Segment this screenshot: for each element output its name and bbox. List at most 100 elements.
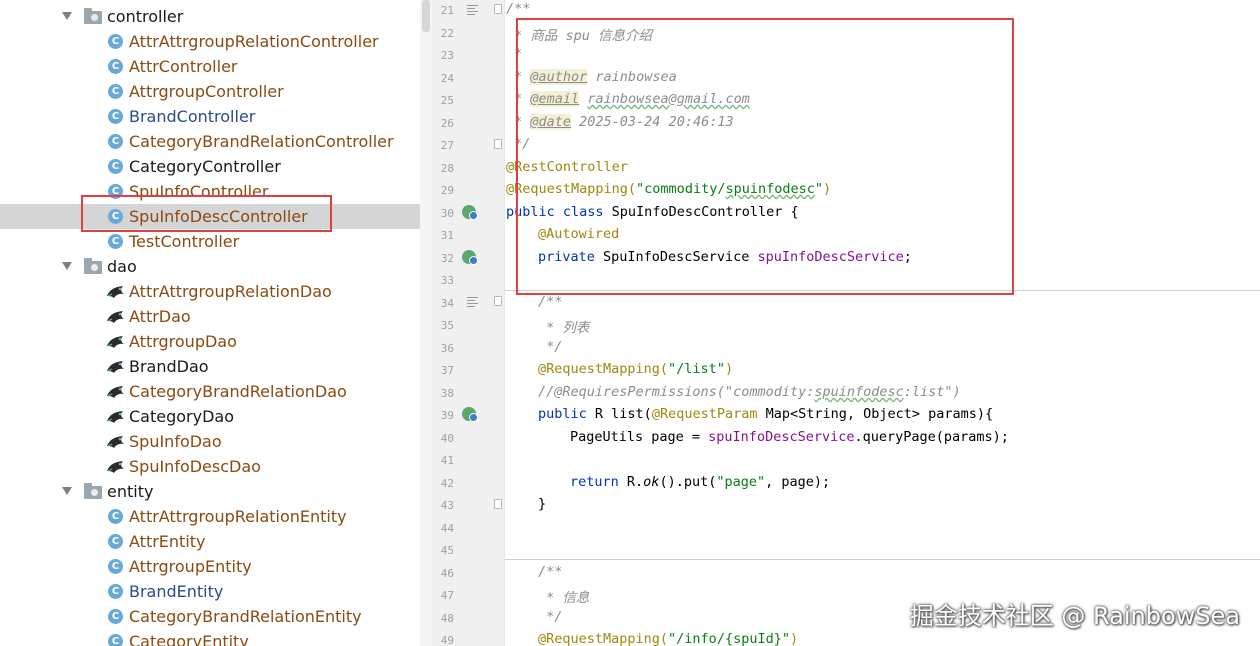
line-number: 39 [440, 409, 454, 422]
tree-item-label: AttrAttrgroupRelationDao [129, 282, 332, 301]
expand-arrow-icon[interactable] [62, 12, 72, 20]
tree-item-label: AttrAttrgroupRelationEntity [129, 507, 347, 526]
tree-scrollbar-thumb[interactable] [422, 0, 430, 32]
java-class-icon: C [108, 234, 123, 249]
line-number: 32 [440, 251, 454, 265]
code-line-37: @RequestMapping("/list") [538, 361, 734, 377]
tree-item[interactable]: C AttrController [0, 54, 420, 79]
line-number: 43 [440, 499, 454, 512]
line-number: 30 [440, 206, 454, 220]
tree-folder-dao[interactable]: dao [0, 254, 420, 279]
tree-item-label: AttrgroupController [129, 82, 284, 101]
tree-item[interactable]: C CategoryBrandRelationEntity [0, 604, 420, 629]
tree-item-label: CategoryEntity [129, 632, 249, 646]
spring-autowire-icon[interactable] [462, 250, 478, 265]
mybatis-mapper-icon [106, 384, 126, 400]
java-class-icon: C [108, 159, 123, 174]
code-line-34: /** [538, 294, 563, 310]
java-class-icon: C [108, 109, 123, 124]
expand-arrow-icon[interactable] [62, 487, 72, 495]
line-number: 45 [440, 544, 454, 557]
tree-item[interactable]: AttrDao [0, 304, 420, 329]
tree-item[interactable]: C CategoryBrandRelationController [0, 129, 420, 154]
fold-marker-icon[interactable] [494, 4, 502, 14]
tree-item[interactable]: C BrandController [0, 104, 420, 129]
mybatis-mapper-icon [106, 359, 126, 375]
java-class-icon: C [108, 559, 123, 574]
tree-item[interactable]: AttrAttrgroupRelationDao [0, 279, 420, 304]
tree-item[interactable]: C BrandEntity [0, 579, 420, 604]
line-number: 41 [440, 454, 454, 467]
tree-item-label: AttrEntity [129, 532, 206, 551]
tree-item[interactable]: C AttrgroupEntity [0, 554, 420, 579]
tree-item-label: CategoryBrandRelationEntity [129, 607, 362, 626]
tree-item-label: BrandEntity [129, 582, 224, 601]
tree-item[interactable]: CategoryBrandRelationDao [0, 379, 420, 404]
tree-item[interactable]: C AttrEntity [0, 529, 420, 554]
java-class-icon: C [108, 584, 123, 599]
java-class-icon: C [108, 634, 123, 646]
java-class-icon: C [108, 509, 123, 524]
tree-item[interactable]: SpuInfoDescDao [0, 454, 420, 479]
tree-item[interactable]: CategoryDao [0, 404, 420, 429]
code-line-39: public R list(@RequestParam Map<String, … [538, 406, 994, 422]
line-number: 28 [440, 161, 454, 175]
tree-item[interactable]: SpuInfoDao [0, 429, 420, 454]
fold-marker-icon[interactable] [494, 296, 502, 306]
tree-item-label: controller [107, 7, 184, 26]
tree-item-label: BrandController [129, 107, 256, 126]
expand-arrow-icon[interactable] [62, 262, 72, 270]
tree-item[interactable]: C TestController [0, 229, 420, 254]
tree-item-label: AttrgroupDao [129, 332, 237, 351]
code-line-40: PageUtils page = spuInfoDescService.quer… [570, 429, 1009, 445]
tree-item[interactable]: C AttrAttrgroupRelationEntity [0, 504, 420, 529]
tree-item[interactable]: C CategoryController [0, 154, 420, 179]
java-class-icon: C [108, 34, 123, 49]
line-number: 24 [440, 71, 454, 85]
spring-bean-icon[interactable] [462, 205, 478, 220]
mybatis-mapper-icon [106, 434, 126, 450]
tree-item-label: AttrController [129, 57, 238, 76]
package-folder-icon [84, 483, 102, 499]
line-number: 48 [440, 611, 454, 625]
line-number: 42 [440, 476, 454, 490]
mybatis-mapper-icon [106, 409, 126, 425]
line-number: 40 [440, 431, 454, 445]
javadoc-icon[interactable] [467, 296, 478, 308]
fold-marker-icon[interactable] [494, 499, 502, 509]
watermark: 掘金技术社区 @ RainbowSea [909, 602, 1240, 630]
code-line-42: return R.ok().put("page", page); [570, 474, 831, 490]
code-line-43: } [538, 496, 547, 512]
line-number: 46 [440, 566, 454, 580]
tree-item-label: CategoryBrandRelationDao [129, 382, 347, 401]
package-folder-icon [84, 258, 102, 274]
code-line-35: * 列表 [538, 320, 590, 336]
tree-scrollbar[interactable] [420, 0, 432, 646]
tree-item-label: CategoryDao [129, 407, 234, 426]
line-number: 36 [440, 341, 454, 355]
tree-item[interactable]: BrandDao [0, 354, 420, 379]
tree-item-label: SpuInfoDao [129, 432, 222, 451]
tree-folder-controller[interactable]: controller [0, 4, 420, 29]
java-class-icon: C [108, 134, 123, 149]
line-number: 37 [440, 364, 454, 377]
line-number: 47 [440, 589, 454, 602]
tree-highlight-box [81, 195, 332, 232]
code-line-49: @RequestMapping("/info/{spuId}") [538, 631, 799, 646]
tree-item[interactable]: C AttrgroupController [0, 79, 420, 104]
line-number: 25 [440, 94, 454, 107]
package-folder-icon [84, 8, 102, 24]
line-number: 21 [440, 4, 454, 17]
mybatis-mapper-icon [106, 334, 126, 350]
javadoc-icon[interactable] [467, 4, 478, 16]
spring-endpoint-icon[interactable] [462, 407, 478, 422]
tree-item-label: TestController [129, 232, 240, 251]
tree-item[interactable]: C CategoryEntity [0, 629, 420, 646]
tree-item[interactable]: C AttrAttrgroupRelationController [0, 29, 420, 54]
tree-item[interactable]: AttrgroupDao [0, 329, 420, 354]
line-number: 33 [440, 274, 454, 287]
mybatis-mapper-icon [106, 284, 126, 300]
tree-folder-entity[interactable]: entity [0, 479, 420, 504]
line-number: 34 [440, 296, 454, 310]
fold-marker-icon[interactable] [494, 139, 502, 149]
